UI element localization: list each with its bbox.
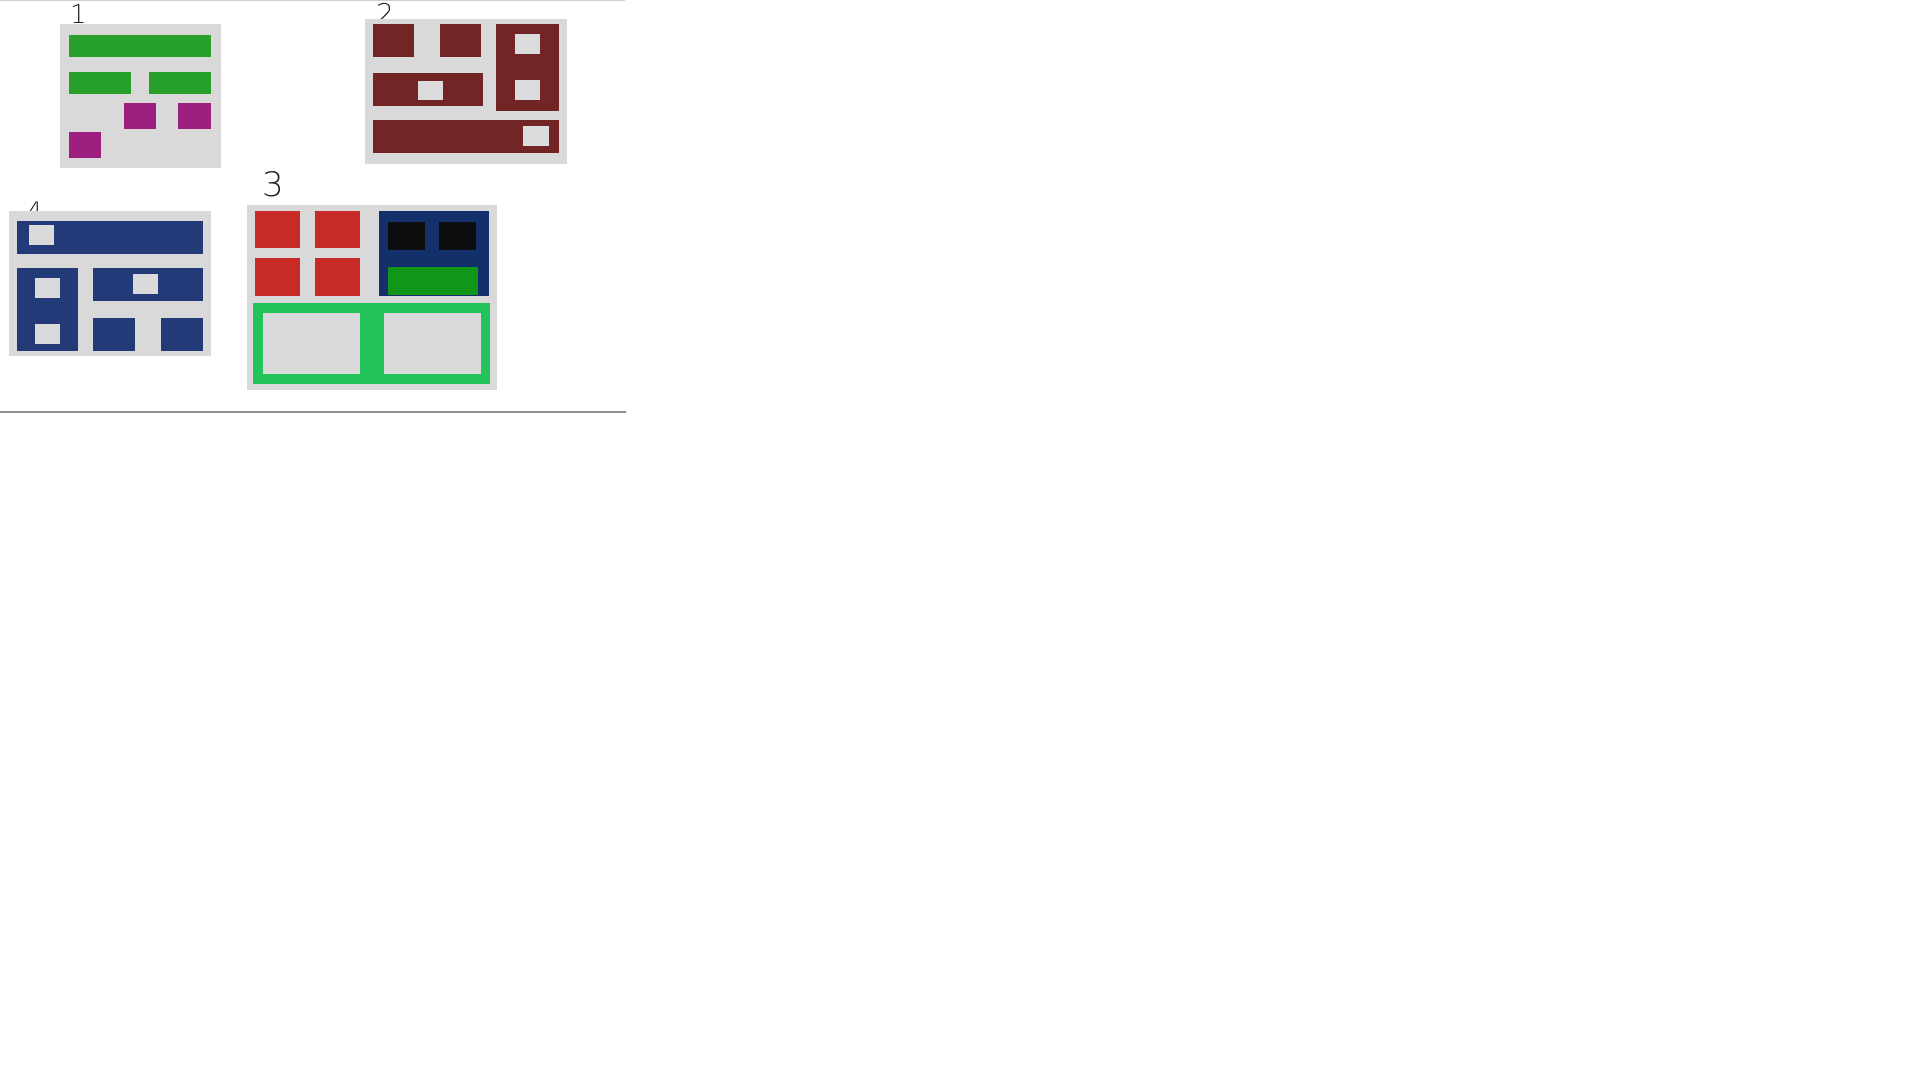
top-edge-line (0, 0, 625, 1)
layout-2-block-b (440, 24, 481, 57)
layout-1-header-bar (69, 35, 211, 57)
layout-4-header-slot (29, 225, 54, 245)
layout-3-box (379, 211, 489, 296)
layout-4-block-a (93, 318, 135, 351)
layout-1-square-c (69, 132, 101, 158)
layout-3-square-b (315, 211, 360, 248)
layout-3-bottom-slot-b (384, 313, 481, 374)
layout-3-number: 3 (262, 165, 284, 205)
layout-4-side-slot-a (35, 278, 60, 298)
layout-4-middle-slot (133, 274, 158, 294)
layout-4-side-column (17, 268, 78, 351)
layout-4-panel (9, 211, 211, 356)
layout-2-side-column (496, 24, 559, 111)
layout-3-square-a (255, 211, 300, 248)
layout-2-bottom-slot (523, 126, 549, 146)
layout-2-panel (365, 19, 567, 164)
layout-3-box-square-a (388, 222, 425, 250)
section-divider (0, 411, 626, 413)
layout-4-header-bar (17, 221, 203, 254)
layout-1-bar-left (69, 72, 131, 94)
layout-3-square-d (315, 258, 360, 296)
layout-4-block-b (161, 318, 203, 351)
layout-3-panel (247, 205, 497, 390)
layout-3-bottom-slot-a (263, 313, 360, 374)
layout-1-panel (60, 24, 221, 168)
layout-1-bar-right (149, 72, 211, 94)
layout-3-bottom-frame (253, 303, 490, 384)
layout-2-block-a (373, 24, 414, 57)
layout-1-square-b (178, 103, 211, 129)
layout-2-bottom-bar (373, 120, 559, 153)
layout-1-square-a (124, 103, 156, 129)
layout-2-side-slot-b (515, 80, 540, 100)
layout-3-square-c (255, 258, 300, 296)
layout-4-middle-bar (93, 268, 203, 301)
layout-2-side-slot-a (515, 34, 540, 54)
layout-3-box-square-b (439, 222, 476, 250)
layout-2-middle-bar (373, 73, 483, 106)
layout-3-box-bar (388, 267, 478, 295)
layout-4-side-slot-b (35, 324, 60, 344)
layout-2-middle-slot (418, 81, 443, 100)
